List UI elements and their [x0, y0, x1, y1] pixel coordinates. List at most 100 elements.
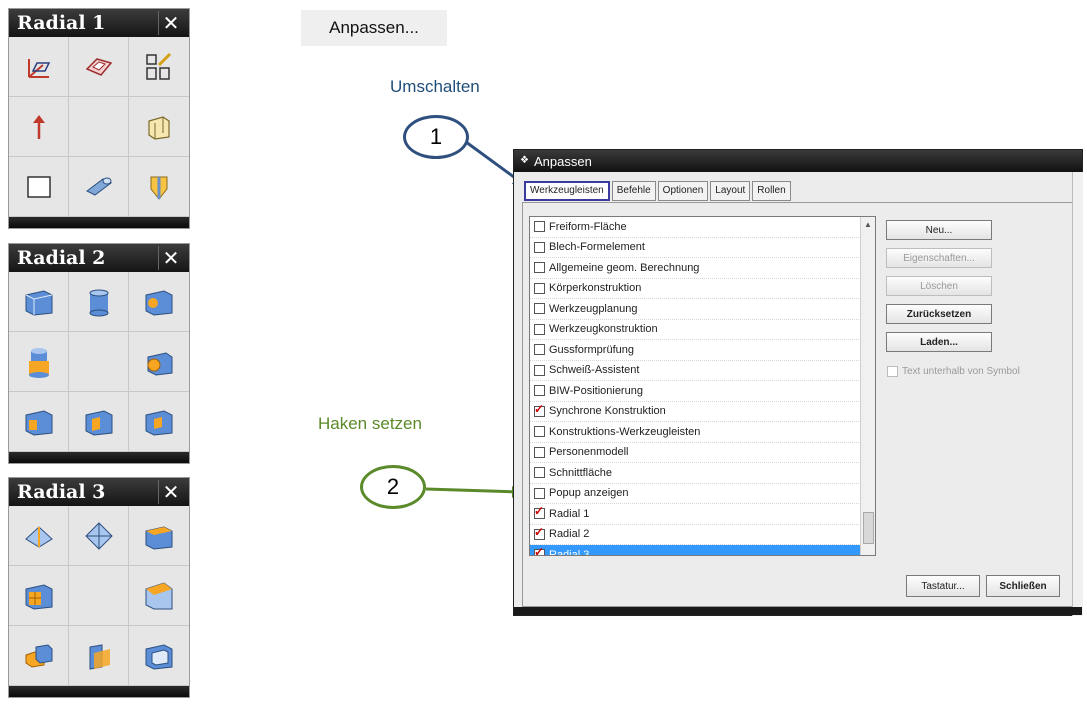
- layout-icon[interactable]: [129, 37, 189, 97]
- list-item[interactable]: Popup anzeigen: [530, 484, 875, 504]
- list-item-checkbox[interactable]: [534, 282, 545, 294]
- list-item[interactable]: Blech-Formelement: [530, 238, 875, 258]
- block-boss-icon[interactable]: [129, 332, 189, 392]
- list-item-checkbox[interactable]: [534, 385, 545, 397]
- list-item-checkbox[interactable]: [534, 303, 545, 315]
- list-item-checkbox[interactable]: [534, 487, 545, 499]
- list-item[interactable]: Gussformprüfung: [530, 340, 875, 361]
- list-item[interactable]: Radial 2: [530, 525, 875, 545]
- block-slot-icon[interactable]: [129, 392, 189, 452]
- arrow-up-icon[interactable]: [9, 97, 69, 157]
- scroll-thumb[interactable]: [863, 512, 874, 544]
- tab-rollen[interactable]: Rollen: [752, 181, 791, 201]
- radial-2-footer: [9, 452, 189, 463]
- dialog-titlebar[interactable]: ❖ Anpassen: [514, 150, 1082, 172]
- neu-button[interactable]: Neu...: [886, 220, 992, 240]
- list-item[interactable]: Schweiß-Assistent: [530, 361, 875, 381]
- tab-befehle[interactable]: Befehle: [611, 181, 656, 201]
- radial-2-grid: [9, 272, 189, 452]
- cylinder-tube-icon[interactable]: [69, 157, 129, 217]
- list-item[interactable]: Konstruktions-Werkzeugleisten: [530, 422, 875, 443]
- radial-1-titlebar[interactable]: Radial 1 ✕: [9, 9, 189, 37]
- pyramid-icon[interactable]: [9, 506, 69, 566]
- scroll-up-icon[interactable]: ▲: [861, 217, 875, 231]
- tab-werkzeugleisten[interactable]: Werkzeugleisten: [524, 181, 610, 201]
- sphere-icon[interactable]: [69, 506, 129, 566]
- shell-block-icon[interactable]: [129, 626, 189, 686]
- list-item[interactable]: Freiform-Fläche: [530, 217, 875, 238]
- sketch-part-icon[interactable]: [69, 37, 129, 97]
- list-item-label: Konstruktions-Werkzeugleisten: [549, 425, 701, 438]
- radial-3-grid: [9, 506, 189, 686]
- text-unter-symbol-option[interactable]: Text unterhalb von Symbol: [887, 366, 1020, 377]
- list-item[interactable]: BIW-Positionierung: [530, 381, 875, 402]
- list-item[interactable]: Synchrone Konstruktion: [530, 402, 875, 422]
- list-item-label: Blech-Formelement: [549, 241, 645, 254]
- laden-button[interactable]: Laden...: [886, 332, 992, 352]
- radial-1-palette: Radial 1 ✕: [8, 8, 190, 229]
- list-item-label: Freiform-Fläche: [549, 220, 627, 233]
- square-icon[interactable]: [9, 157, 69, 217]
- list-item-checkbox[interactable]: [534, 504, 545, 520]
- blue-cylinder-icon[interactable]: [69, 272, 129, 332]
- list-item-checkbox[interactable]: [534, 344, 545, 356]
- radial-3-titlebar[interactable]: Radial 3 ✕: [9, 478, 189, 506]
- block-pocket-icon[interactable]: [9, 392, 69, 452]
- union-block-icon[interactable]: [9, 626, 69, 686]
- tab-optionen[interactable]: Optionen: [657, 181, 709, 201]
- list-item-label: Popup anzeigen: [549, 487, 629, 500]
- wedge-block-icon[interactable]: [129, 566, 189, 626]
- list-item-checkbox[interactable]: [534, 402, 545, 417]
- radial-2-titlebar[interactable]: Radial 2 ✕: [9, 244, 189, 272]
- anpassen-menu-label[interactable]: Anpassen...: [301, 10, 447, 46]
- list-item[interactable]: Werkzeugkonstruktion: [530, 320, 875, 340]
- grid-block-icon[interactable]: [9, 566, 69, 626]
- list-item-checkbox[interactable]: [534, 525, 545, 540]
- list-item[interactable]: Körperkonstruktion: [530, 279, 875, 299]
- list-item[interactable]: Allgemeine geom. Berechnung: [530, 258, 875, 279]
- list-item[interactable]: Werkzeugplanung: [530, 299, 875, 320]
- text-unter-symbol-checkbox[interactable]: [887, 366, 898, 377]
- list-item[interactable]: Radial 3: [530, 545, 875, 555]
- tab-layout[interactable]: Layout: [710, 181, 751, 201]
- stacked-cylinder-icon[interactable]: [9, 332, 69, 392]
- list-item-checkbox[interactable]: [534, 446, 545, 458]
- close-icon[interactable]: ✕: [158, 11, 183, 35]
- tastatur-button[interactable]: Tastatur...: [906, 575, 980, 597]
- block-hole-icon[interactable]: [129, 272, 189, 332]
- step-2-marker: 2: [360, 465, 426, 509]
- chamfer-block-icon[interactable]: [129, 506, 189, 566]
- toolbar-list[interactable]: Freiform-Fläche Blech-Formelement Allgemei…: [529, 216, 876, 556]
- list-item[interactable]: Personenmodell: [530, 443, 875, 463]
- list-item-label: Synchrone Konstruktion: [549, 405, 666, 418]
- dialog-tabs: Werkzeugleisten Befehle Optionen Layout …: [524, 181, 791, 201]
- blue-block-icon[interactable]: [9, 272, 69, 332]
- shield-shape-icon[interactable]: [129, 157, 189, 217]
- split-block-icon[interactable]: [69, 626, 129, 686]
- list-scrollbar[interactable]: ▲: [860, 217, 875, 555]
- list-item[interactable]: Radial 1: [530, 504, 875, 525]
- eigenschaften-button[interactable]: Eigenschaften...: [886, 248, 992, 268]
- list-item-checkbox[interactable]: [534, 323, 545, 335]
- list-item-checkbox[interactable]: [534, 467, 545, 479]
- schliessen-button[interactable]: Schließen: [986, 575, 1060, 597]
- block-corner-icon[interactable]: [69, 392, 129, 452]
- list-item-checkbox[interactable]: [534, 426, 545, 438]
- list-item-checkbox[interactable]: [534, 241, 545, 253]
- list-item-label: Gussformprüfung: [549, 343, 634, 356]
- dialog-scrollbar[interactable]: [1072, 172, 1083, 616]
- wcs-axes-icon[interactable]: [9, 37, 69, 97]
- radial-3-footer: [9, 686, 189, 697]
- list-item-label: Personenmodell: [549, 446, 629, 459]
- list-item-checkbox[interactable]: [534, 364, 545, 376]
- zuruecksetzen-button[interactable]: Zurücksetzen: [886, 304, 992, 324]
- list-item-checkbox[interactable]: [534, 545, 545, 555]
- close-icon[interactable]: ✕: [158, 480, 183, 504]
- box-frame-icon[interactable]: [129, 97, 189, 157]
- loeschen-button[interactable]: Löschen: [886, 276, 992, 296]
- list-item[interactable]: Schnittfläche: [530, 463, 875, 484]
- close-icon[interactable]: ✕: [158, 246, 183, 270]
- list-item-checkbox[interactable]: [534, 262, 545, 274]
- list-item-checkbox[interactable]: [534, 221, 545, 233]
- text-unter-symbol-label: Text unterhalb von Symbol: [902, 366, 1020, 377]
